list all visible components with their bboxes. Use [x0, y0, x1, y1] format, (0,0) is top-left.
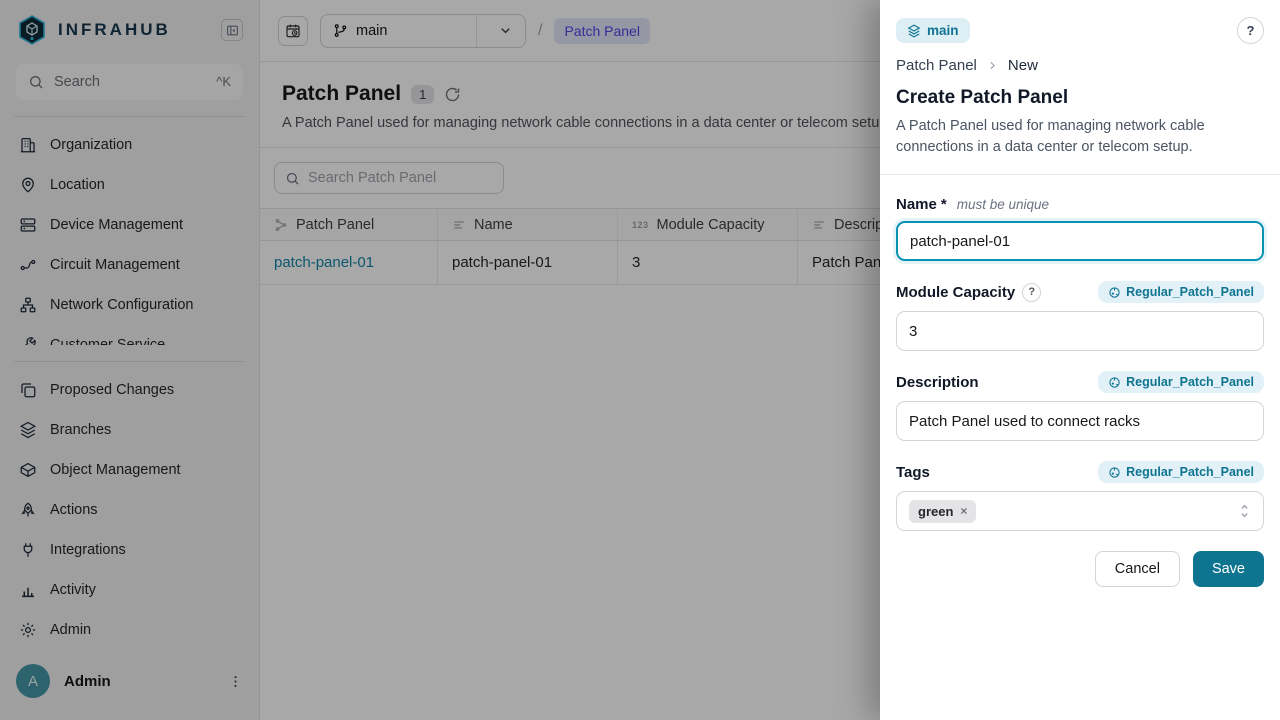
- field-name: Name * must be unique: [896, 196, 1264, 261]
- schema-icon: [1108, 466, 1121, 479]
- select-chevrons-icon: [1238, 503, 1251, 519]
- remove-tag-icon[interactable]: ×: [960, 505, 967, 517]
- drawer-description: A Patch Panel used for managing network …: [896, 116, 1256, 158]
- name-input[interactable]: [896, 221, 1264, 261]
- field-description: Description Regular_Patch_Panel: [896, 371, 1264, 441]
- module-capacity-input[interactable]: [896, 311, 1264, 351]
- breadcrumb-parent[interactable]: Patch Panel: [896, 57, 977, 74]
- tag-chip-label: green: [918, 504, 953, 519]
- schema-icon: [1108, 376, 1121, 389]
- field-tags: Tags Regular_Patch_Panel green ×: [896, 461, 1264, 531]
- app-window: INFRAHUB Search ^K: [0, 0, 1280, 720]
- name-label: Name: [896, 196, 937, 213]
- drawer-header: main ? Patch Panel New Create Patch Pane…: [880, 0, 1280, 175]
- branch-badge-label: main: [927, 23, 959, 38]
- drawer-actions: Cancel Save: [896, 551, 1264, 587]
- description-label: Description: [896, 374, 979, 391]
- drawer-breadcrumb: Patch Panel New: [896, 57, 1264, 74]
- create-form: Name * must be unique Module Capacity ?: [880, 175, 1280, 720]
- save-button[interactable]: Save: [1193, 551, 1264, 587]
- help-button[interactable]: ?: [1237, 17, 1264, 44]
- breadcrumb-current: New: [1008, 57, 1038, 74]
- layers-icon: [907, 24, 921, 38]
- description-input[interactable]: [896, 401, 1264, 441]
- branch-badge[interactable]: main: [896, 18, 970, 43]
- module-capacity-help-icon[interactable]: ?: [1022, 283, 1041, 302]
- tags-select[interactable]: green ×: [896, 491, 1264, 531]
- module-capacity-label: Module Capacity: [896, 284, 1015, 301]
- field-module-capacity: Module Capacity ? Regular_Patch_Panel: [896, 281, 1264, 351]
- kind-badge-tags[interactable]: Regular_Patch_Panel: [1098, 461, 1264, 483]
- chevron-right-icon: [986, 59, 999, 72]
- tags-label: Tags: [896, 464, 930, 481]
- create-patch-panel-drawer: main ? Patch Panel New Create Patch Pane…: [880, 0, 1280, 720]
- tag-chip-green: green ×: [909, 500, 976, 523]
- required-marker: *: [941, 196, 947, 213]
- kind-badge-module-capacity[interactable]: Regular_Patch_Panel: [1098, 281, 1264, 303]
- drawer-title: Create Patch Panel: [896, 87, 1264, 109]
- schema-icon: [1108, 286, 1121, 299]
- name-hint: must be unique: [957, 197, 1049, 212]
- cancel-button[interactable]: Cancel: [1095, 551, 1180, 587]
- kind-badge-description[interactable]: Regular_Patch_Panel: [1098, 371, 1264, 393]
